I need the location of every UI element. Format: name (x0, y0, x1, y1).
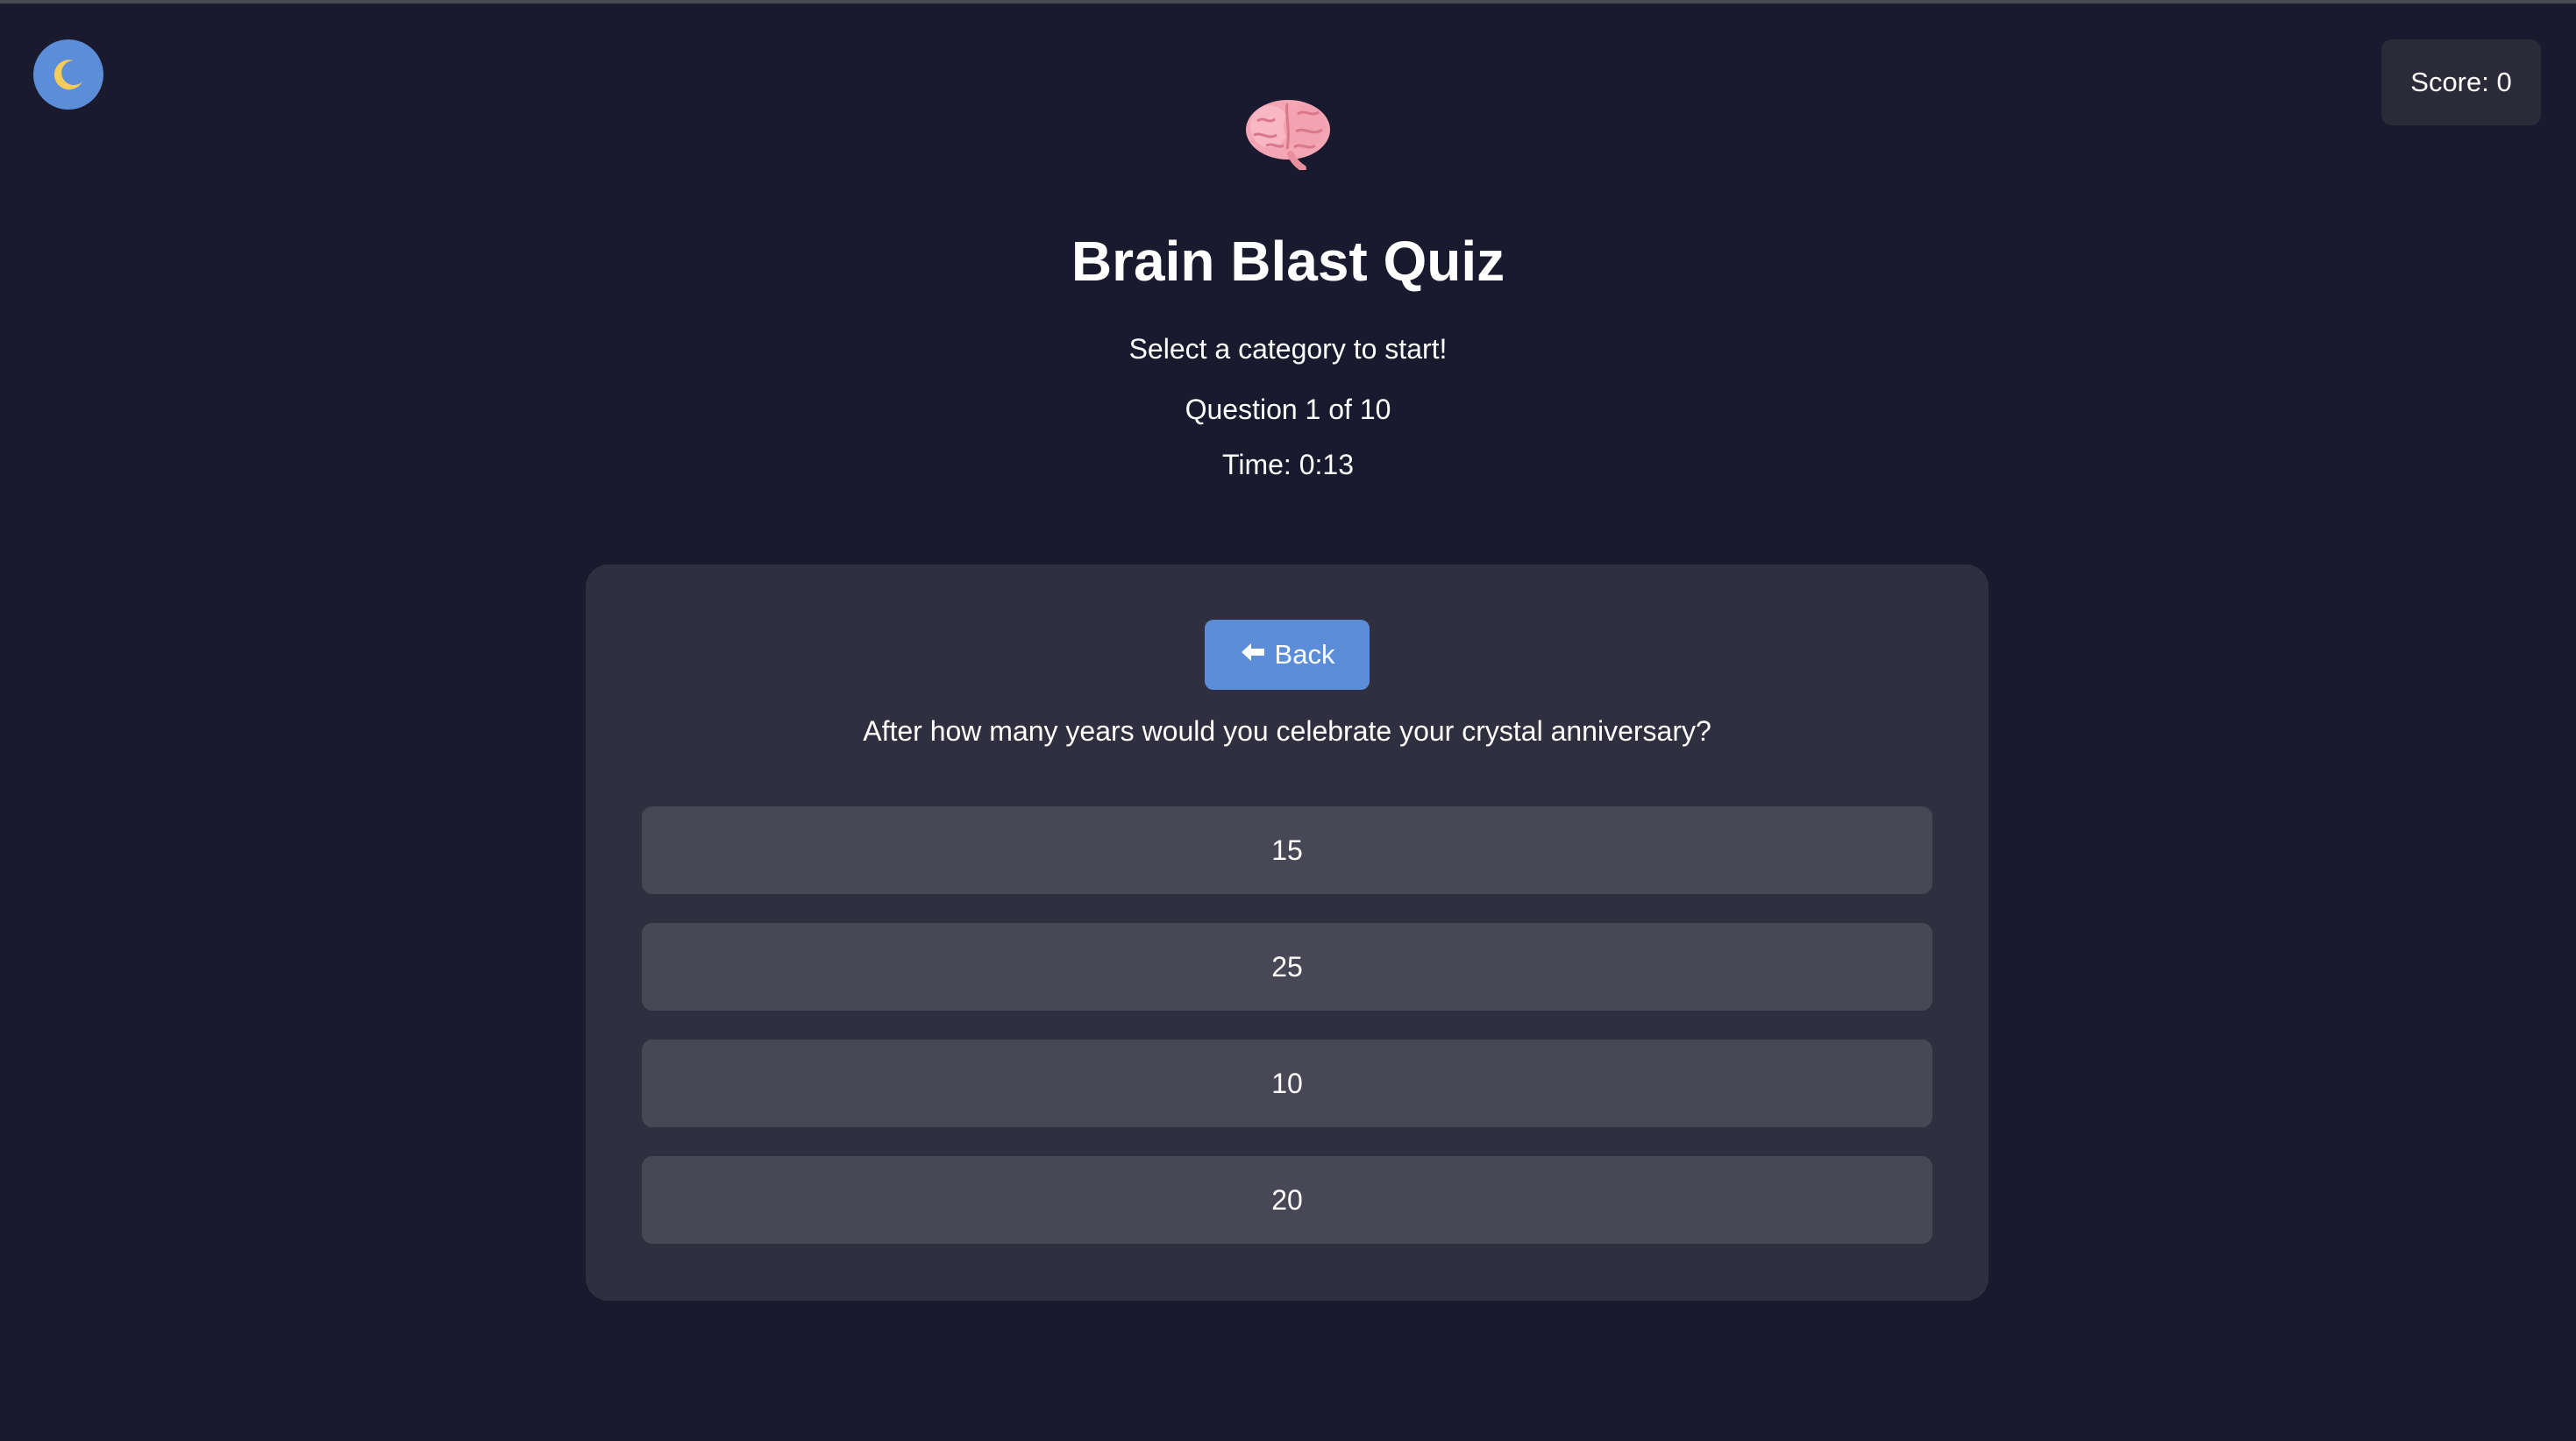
back-button-label: Back (1274, 639, 1335, 670)
back-button[interactable]: Back (1205, 620, 1370, 690)
arrow-left-icon (1240, 639, 1266, 671)
theme-toggle-button[interactable] (33, 39, 103, 110)
question-text: After how many years would you celebrate… (863, 715, 1711, 747)
answer-list: 15 25 10 20 (642, 806, 1932, 1273)
window-top-border (0, 0, 2576, 4)
score-display: Score: 0 (2381, 39, 2541, 125)
timer: Time: 0:13 (1222, 449, 1354, 480)
answer-option[interactable]: 25 (642, 923, 1932, 1011)
answer-option[interactable]: 20 (642, 1156, 1932, 1244)
quiz-card: Back After how many years would you cele… (586, 564, 1989, 1301)
answer-option[interactable]: 15 (642, 806, 1932, 894)
moon-icon (51, 57, 86, 92)
page-title: Brain Blast Quiz (1071, 230, 1505, 293)
question-progress: Question 1 of 10 (1185, 394, 1391, 425)
brain-icon (1242, 95, 1334, 172)
category-prompt: Select a category to start! (1128, 333, 1448, 365)
answer-option[interactable]: 10 (642, 1040, 1932, 1127)
